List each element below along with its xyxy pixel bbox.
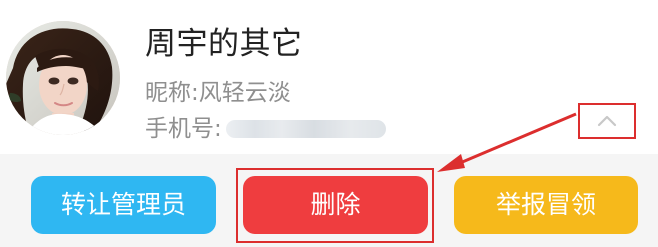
- transfer-admin-button[interactable]: 转让管理员: [31, 176, 216, 234]
- chevron-up-icon: [597, 115, 617, 127]
- phone-row: 手机号:: [145, 114, 386, 144]
- delete-button[interactable]: 删除: [243, 176, 428, 234]
- phone-label: 手机号:: [145, 116, 222, 142]
- profile-card: 周宇的其它 昵称:风轻云淡 手机号:: [0, 0, 658, 154]
- report-claim-button[interactable]: 举报冒领: [454, 176, 638, 234]
- profile-name: 周宇的其它: [145, 26, 303, 62]
- annotation-arrow-head: [437, 154, 465, 172]
- expand-toggle[interactable]: [578, 103, 636, 139]
- avatar: [6, 21, 120, 135]
- avatar-photo: [6, 21, 120, 135]
- profile-nickname: 昵称:风轻云淡: [145, 80, 291, 106]
- phone-mask: [225, 120, 386, 138]
